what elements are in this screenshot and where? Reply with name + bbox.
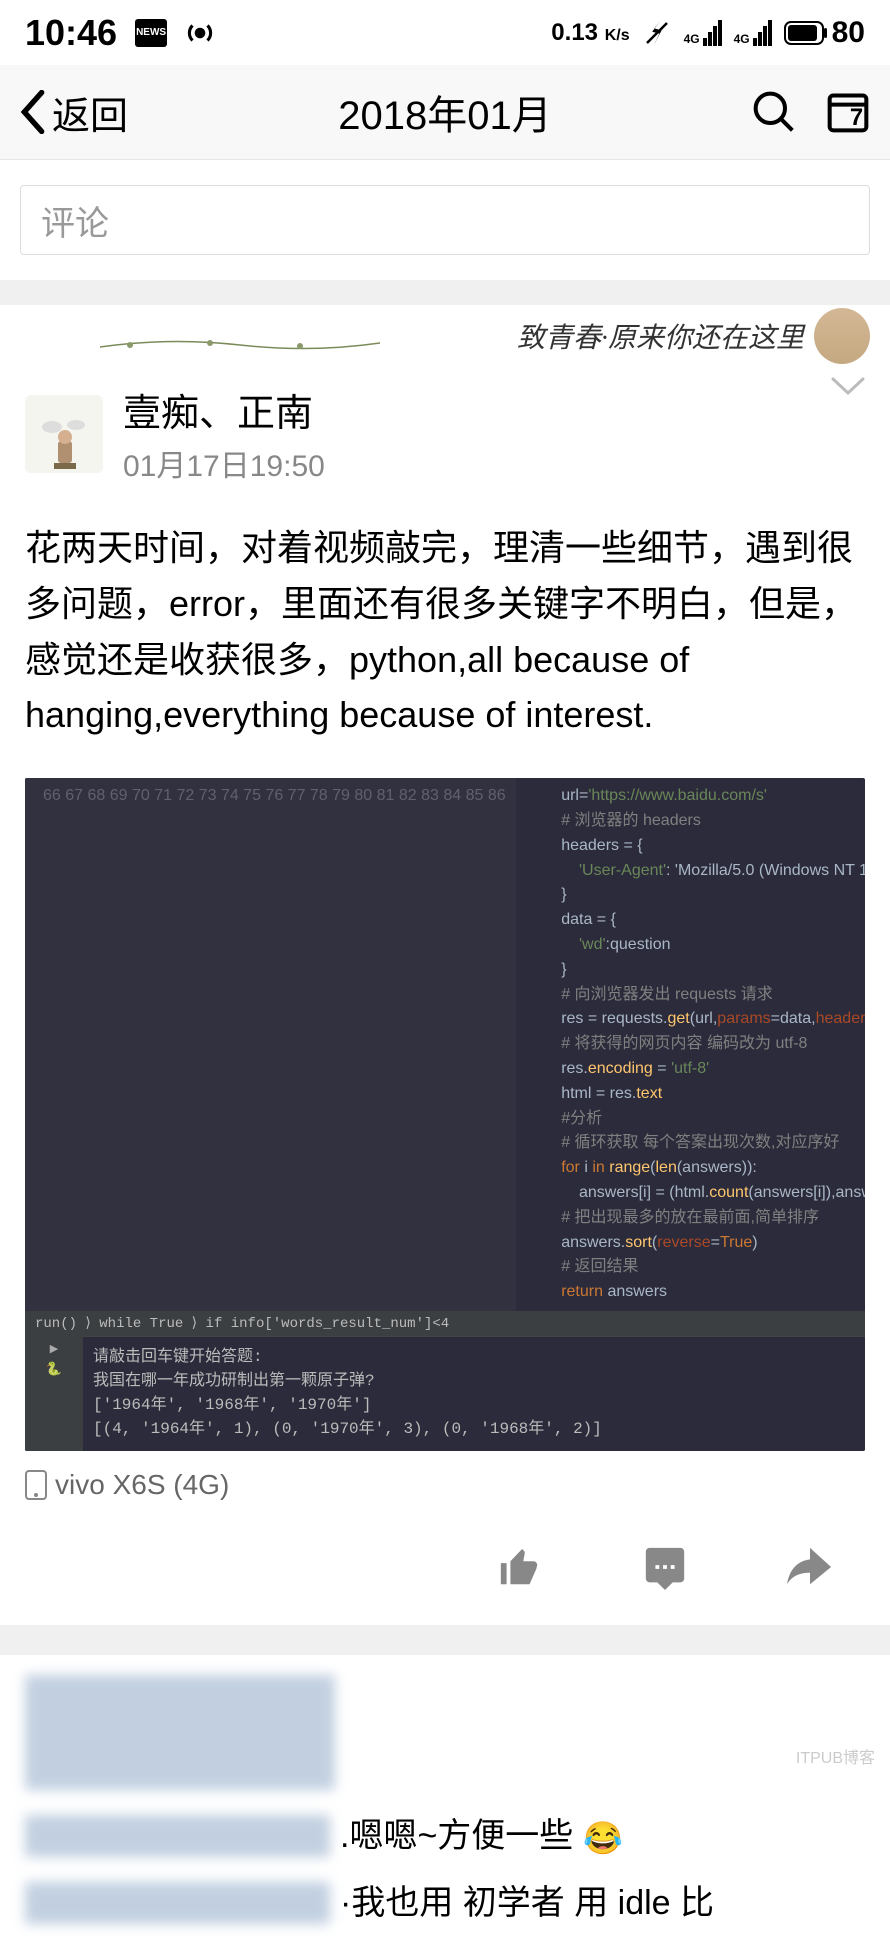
signal-2-icon: 4G [734,20,772,46]
blurred-name [25,1882,330,1924]
author-avatar[interactable] [25,395,103,473]
comment-text: ·我也用 初学者 用 idle 比 [340,1875,714,1924]
post-card: 致青春·原来你还在这里 壹痴、正南 01月17日19:50 花两天时间，对着视频… [0,305,890,1625]
network-speed: 0.13 K/s [551,19,629,47]
blurred-name [25,1815,330,1857]
watermark: ITPUB博客 [796,1744,875,1768]
post-actions [0,1509,890,1615]
like-button[interactable] [495,1544,545,1590]
emoji-laugh-icon: 😂 [583,1819,623,1857]
nav-bar: 返回 2018年01月 7 [0,65,890,160]
chevron-left-icon [20,90,46,134]
news-icon: NEWS [135,19,167,47]
svg-text:7: 7 [850,104,863,131]
battery-icon: 80 [784,16,865,50]
signal-1-icon: 4G [684,20,722,46]
chevron-down-icon[interactable] [831,377,865,397]
hotspot-icon [185,18,215,48]
code-content: url='https://www.baidu.com/s' # 浏览器的 hea… [516,778,865,1311]
back-button[interactable]: 返回 [20,85,128,140]
comment-input[interactable]: 评论 [20,185,870,255]
banner-avatar [814,308,870,364]
author-name[interactable]: 壹痴、正南 [123,382,325,437]
post-body: 花两天时间，对着视频敲完，理清一些细节，遇到很多问题，error，里面还有很多关… [0,500,890,763]
comment-row: .嗯嗯~方便一些 😂 [25,1808,865,1857]
code-screenshot[interactable]: 66 67 68 69 70 71 72 73 74 75 76 77 78 7… [25,778,865,1451]
comment-text: .嗯嗯~方便一些 [340,1808,573,1857]
phone-icon [25,1470,47,1500]
post-date: 01月17日19:50 [123,441,325,485]
share-button[interactable] [785,1544,835,1590]
calendar-icon[interactable]: 7 [826,90,870,134]
comment-row: ·我也用 初学者 用 idle 比 [25,1875,865,1924]
comment-row [25,1675,865,1790]
blurred-avatar [25,1675,335,1790]
banner: 致青春·原来你还在这里 [0,305,890,367]
comment-bar: 评论 [0,160,890,280]
comments-section: .嗯嗯~方便一些 😂 ·我也用 初学者 用 idle 比 [0,1655,890,1943]
search-icon[interactable] [752,90,796,134]
mute-icon [642,18,672,48]
comment-button[interactable] [640,1544,690,1590]
code-breadcrumb: run() ⟩ while True ⟩ if info['words_resu… [25,1311,865,1336]
console-output: 请敲击回车键开始答题: 我国在哪一年成功研制出第一颗原子弹? ['1964年',… [25,1336,865,1451]
page-title: 2018年01月 [338,83,551,141]
banner-text: 致青春·原来你还在这里 [517,316,804,356]
back-label: 返回 [52,85,128,140]
device-tag: vivo X6S (4G) [0,1461,890,1509]
code-gutter: 66 67 68 69 70 71 72 73 74 75 76 77 78 7… [25,778,516,1311]
post-header: 壹痴、正南 01月17日19:50 [0,367,890,500]
console-sidebar: ▶ 🐍 [25,1336,83,1451]
status-time: 10:46 [25,12,117,54]
vine-decoration [100,335,380,355]
status-bar: 10:46 NEWS 0.13 K/s 4G 4G 80 [0,0,890,65]
